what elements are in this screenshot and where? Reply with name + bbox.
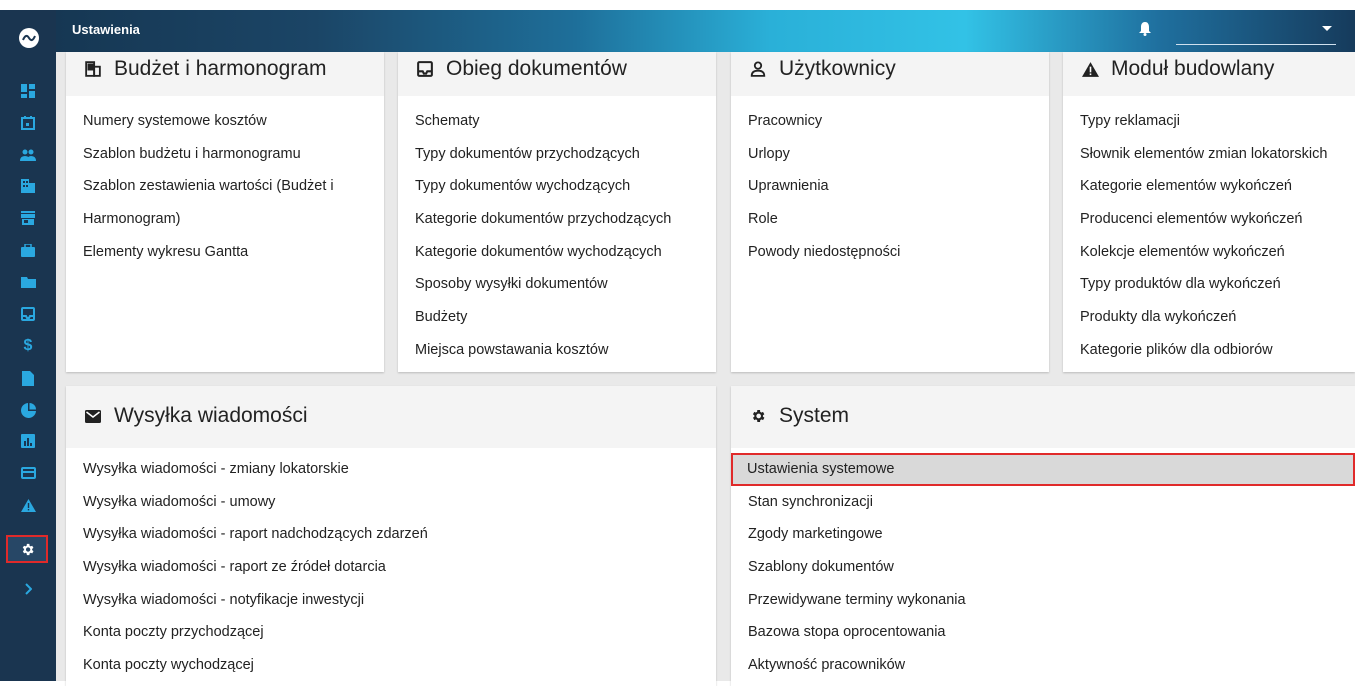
briefcase-icon[interactable] <box>12 237 44 263</box>
settings-content: Budżet i harmonogram Numery systemowe ko… <box>56 52 1355 686</box>
list-item[interactable]: Zgody marketingowe <box>731 518 1355 551</box>
list-item[interactable]: Wysyłka wiadomości - raport ze źródeł do… <box>66 551 716 584</box>
list-item[interactable]: Kategorie dokumentów wychodzących <box>398 236 716 269</box>
card-header: Budżet i harmonogram <box>66 52 384 96</box>
card-header: Wysyłka wiadomości <box>66 386 716 448</box>
list-item[interactable]: Słownik elementów zmian lokatorskich <box>1063 138 1355 171</box>
card-items: Ustawienia systemowe Stan synchronizacji… <box>731 453 1355 682</box>
list-item[interactable]: Typy reklamacji <box>1063 105 1355 138</box>
list-item[interactable]: Harmonogram) <box>66 203 384 236</box>
list-item[interactable]: Kategorie plików dla odbiorów <box>1063 334 1355 367</box>
settings-icon[interactable] <box>6 535 48 563</box>
list-item[interactable]: Uprawnienia <box>731 170 1049 203</box>
envelope-icon <box>82 409 104 423</box>
card-modul: Moduł budowlany Typy reklamacji Słownik … <box>1063 52 1355 372</box>
list-item[interactable]: Elementy wykresu Gantta <box>66 236 384 269</box>
card-title: Obieg dokumentów <box>414 57 627 81</box>
list-item[interactable]: Kategorie dokumentów przychodzących <box>398 203 716 236</box>
warning-icon <box>1079 61 1101 77</box>
card-system: System Ustawienia systemowe Stan synchro… <box>731 386 1355 686</box>
list-item[interactable]: Numery systemowe kosztów <box>66 105 384 138</box>
page-title: Ustawienia <box>72 22 140 37</box>
card-wysylka: Wysyłka wiadomości Wysyłka wiadomości - … <box>66 386 716 686</box>
list-item[interactable]: Powody niedostępności <box>731 236 1049 269</box>
card-title: Wysyłka wiadomości <box>82 404 308 428</box>
dollar-icon[interactable]: $ <box>12 333 44 359</box>
card-items: Schematy Typy dokumentów przychodzących … <box>398 105 716 367</box>
card-items: Pracownicy Urlopy Uprawnienia Role Powod… <box>731 105 1049 268</box>
list-item[interactable]: Wysyłka wiadomości - zmiany lokatorskie <box>66 453 716 486</box>
card-items: Wysyłka wiadomości - zmiany lokatorskie … <box>66 453 716 682</box>
list-item[interactable]: Kolekcje elementów wykończeń <box>1063 236 1355 269</box>
card-uzytkownicy: Użytkownicy Pracownicy Urlopy Uprawnieni… <box>731 52 1049 372</box>
list-item[interactable]: Przewidywane terminy wykonania <box>731 584 1355 617</box>
list-item[interactable]: Produkty dla wykończeń <box>1063 301 1355 334</box>
building-icon <box>82 61 104 77</box>
card-title: Moduł budowlany <box>1079 57 1274 81</box>
list-item[interactable]: Typy dokumentów wychodzących <box>398 170 716 203</box>
card-header: System <box>731 386 1355 448</box>
list-item[interactable]: Typy dokumentów przychodzących <box>398 138 716 171</box>
people-icon[interactable] <box>12 142 44 168</box>
list-item[interactable]: Role <box>731 203 1049 236</box>
list-item[interactable]: Urlopy <box>731 138 1049 171</box>
list-item[interactable]: Bazowa stopa oprocentowania <box>731 616 1355 649</box>
list-item[interactable]: Wysyłka wiadomości - umowy <box>66 486 716 519</box>
card-header: Obieg dokumentów <box>398 52 716 96</box>
list-item[interactable]: Schematy <box>398 105 716 138</box>
card-budzet: Budżet i harmonogram Numery systemowe ko… <box>66 52 384 372</box>
person-icon <box>747 61 769 77</box>
folder-icon[interactable] <box>12 269 44 295</box>
store-icon[interactable] <box>12 205 44 231</box>
list-item[interactable]: Budżety <box>398 301 716 334</box>
sidebar: $ <box>0 10 56 681</box>
bar-chart-icon[interactable] <box>12 428 44 454</box>
list-item[interactable]: Konta poczty wychodzącej <box>66 649 716 682</box>
list-item[interactable]: Wysyłka wiadomości - notyfikacje inwesty… <box>66 584 716 617</box>
card-header: Użytkownicy <box>731 52 1049 96</box>
list-item[interactable]: Pracownicy <box>731 105 1049 138</box>
dashboard-icon[interactable] <box>12 78 44 104</box>
user-select-dropdown[interactable] <box>1176 18 1336 45</box>
app-logo-icon[interactable] <box>19 28 39 48</box>
list-item[interactable]: Sposoby wysyłki dokumentów <box>398 268 716 301</box>
bell-icon[interactable] <box>1139 22 1151 41</box>
list-item[interactable]: Producenci elementów wykończeń <box>1063 203 1355 236</box>
card-header: Moduł budowlany <box>1063 52 1355 96</box>
card-items: Typy reklamacji Słownik elementów zmian … <box>1063 105 1355 367</box>
card-items: Numery systemowe kosztów Szablon budżetu… <box>66 105 384 268</box>
card-obieg: Obieg dokumentów Schematy Typy dokumentó… <box>398 52 716 372</box>
list-item-ustawienia-systemowe[interactable]: Ustawienia systemowe <box>731 453 1355 486</box>
list-item[interactable]: Typy produktów dla wykończeń <box>1063 268 1355 301</box>
inbox-icon <box>414 61 436 77</box>
settings-icon <box>747 408 769 424</box>
inbox-icon[interactable] <box>12 301 44 327</box>
warning-icon[interactable] <box>12 492 44 518</box>
list-item[interactable]: Konta poczty przychodzącej <box>66 616 716 649</box>
calendar-icon[interactable] <box>12 110 44 136</box>
pie-chart-icon[interactable] <box>12 397 44 423</box>
card-title: Użytkownicy <box>747 57 896 81</box>
top-header: Ustawienia <box>56 10 1355 52</box>
list-item[interactable]: Szablon budżetu i harmonogramu <box>66 138 384 171</box>
list-item[interactable]: Miejsca powstawania kosztów <box>398 334 716 367</box>
list-item[interactable]: Wysyłka wiadomości - raport nadchodzącyc… <box>66 518 716 551</box>
file-icon[interactable] <box>12 365 44 391</box>
list-item[interactable]: Kategorie elementów wykończeń <box>1063 170 1355 203</box>
list-item[interactable]: Aktywność pracowników <box>731 649 1355 682</box>
card-title: Budżet i harmonogram <box>82 57 326 81</box>
chevron-right-icon[interactable] <box>12 576 44 602</box>
top-strip <box>0 0 1355 10</box>
caret-down-icon <box>1322 26 1332 31</box>
card-icon[interactable] <box>12 460 44 486</box>
card-title: System <box>747 404 849 428</box>
building-icon[interactable] <box>12 173 44 199</box>
list-item[interactable]: Stan synchronizacji <box>731 486 1355 519</box>
list-item[interactable]: Szablon zestawienia wartości (Budżet i <box>66 170 384 203</box>
list-item[interactable]: Szablony dokumentów <box>731 551 1355 584</box>
